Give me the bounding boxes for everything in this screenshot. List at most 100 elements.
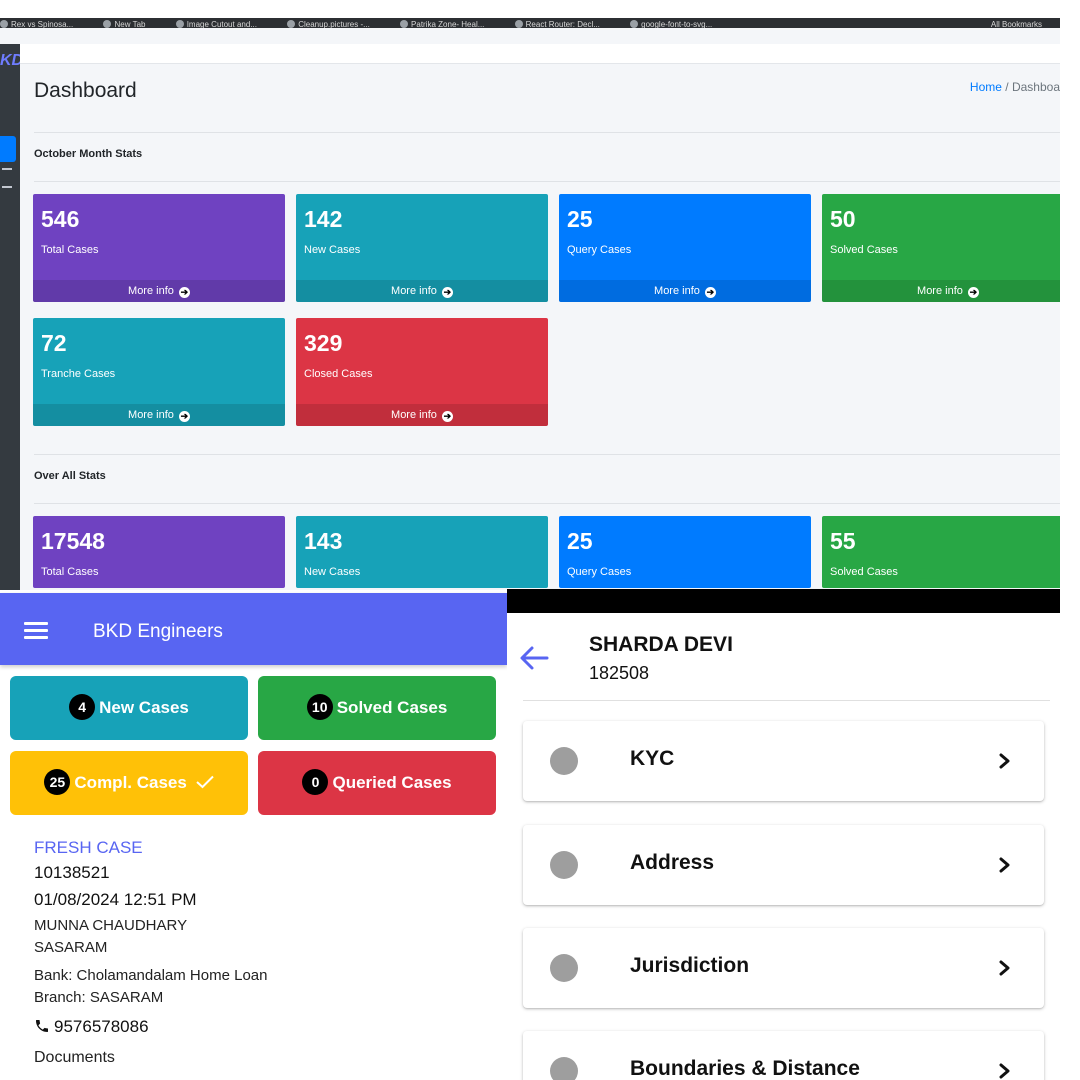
stat-box-tranche-cases: 72 Tranche Cases More info ➔ xyxy=(33,318,285,426)
stat-label: Total Cases xyxy=(41,566,99,578)
arrow-circle-right-icon: ➔ xyxy=(441,411,453,422)
chip-label: Solved Cases xyxy=(336,698,448,717)
section-title-month: October Month Stats xyxy=(34,148,143,160)
admin-dashboard: KD Dashboard Home / Dashboa October Mont… xyxy=(0,28,1060,590)
chevron-right-icon xyxy=(999,1063,1010,1079)
sidebar-item-icon[interactable] xyxy=(2,186,12,188)
stat-box-closed-cases: 329 Closed Cases More info ➔ xyxy=(296,318,548,426)
more-info-link[interactable]: More info ➔ xyxy=(822,280,1060,302)
stat-label: Closed Cases xyxy=(304,368,373,380)
stat-box-overall-new: 143 New Cases xyxy=(296,516,548,588)
case-type: FRESH CASE xyxy=(34,838,143,857)
stat-value: 546 xyxy=(41,206,80,232)
stat-label: Total Cases xyxy=(41,244,99,256)
queried-cases-button[interactable]: 0 Queried Cases xyxy=(258,751,496,815)
more-info-link[interactable]: More info ➔ xyxy=(296,404,548,426)
solved-cases-button[interactable]: 10 Solved Cases xyxy=(258,676,496,740)
breadcrumb-current: Dashboa xyxy=(1011,80,1060,94)
mobile-case-list-screen: BKD Engineers 4 New Cases 10 Solved Cases … xyxy=(0,590,507,1080)
page-title: Dashboard xyxy=(34,79,137,102)
stat-value: 143 xyxy=(304,528,343,554)
status-dot-icon xyxy=(550,1057,578,1080)
section-card-address[interactable]: Address xyxy=(523,825,1044,905)
documents-label[interactable]: Documents xyxy=(34,1047,474,1069)
section-title: Jurisdiction xyxy=(630,954,750,977)
browser-bookmarks-area: Rex vs Spinosa... New Tab Image Cutout a… xyxy=(0,0,1080,32)
arrow-circle-right-icon: ➔ xyxy=(967,287,979,298)
completed-cases-button[interactable]: 25 Compl. Cases xyxy=(10,751,248,815)
more-info-link[interactable]: More info ➔ xyxy=(559,280,811,302)
stat-box-query-cases: 25 Query Cases More info ➔ xyxy=(559,194,811,302)
applicant-place: SASARAM xyxy=(34,939,108,956)
breadcrumb-separator: / xyxy=(1005,80,1009,94)
arrow-circle-right-icon: ➔ xyxy=(704,287,716,298)
stat-value: 329 xyxy=(304,330,343,356)
stat-label: Tranche Cases xyxy=(41,368,116,380)
mobile-case-detail-screen: SHARDA DEVI 182508 KYC Address Jurisdict… xyxy=(507,613,1060,1080)
more-info-link[interactable]: More info ➔ xyxy=(33,280,285,302)
chevron-right-icon xyxy=(999,857,1010,873)
menu-icon[interactable] xyxy=(24,622,48,640)
stat-box-new-cases: 142 New Cases More info ➔ xyxy=(296,194,548,302)
stat-box-overall-solved: 55 Solved Cases xyxy=(822,516,1060,588)
chip-label: New Cases xyxy=(99,698,189,717)
stat-box-total-cases: 546 Total Cases More info ➔ xyxy=(33,194,285,302)
phone-row[interactable]: 9576578086 xyxy=(34,1013,474,1041)
phone-icon xyxy=(36,1020,48,1032)
arrow-circle-right-icon: ➔ xyxy=(178,287,190,298)
case-list-item[interactable]: FRESH CASE 10138521 01/08/2024 12:51 PM … xyxy=(34,837,474,1069)
sidebar-item-dashboard[interactable] xyxy=(0,136,16,162)
favicon-icon xyxy=(175,20,184,28)
stat-value: 55 xyxy=(830,528,856,554)
status-dot-icon xyxy=(550,747,578,775)
favicon-icon xyxy=(103,20,112,28)
new-cases-button[interactable]: 4 New Cases xyxy=(10,676,248,740)
stat-value: 25 xyxy=(567,206,593,232)
section-title: Boundaries & Distance xyxy=(630,1057,860,1080)
chevron-right-icon xyxy=(999,753,1010,769)
checkmark-icon xyxy=(195,775,214,789)
chevron-right-icon xyxy=(999,960,1010,976)
count-badge: 0 xyxy=(302,769,329,795)
breadcrumb-home-link[interactable]: Home xyxy=(970,80,1002,94)
chip-label: Compl. Cases xyxy=(74,773,187,792)
more-info-link[interactable]: More info ➔ xyxy=(33,404,285,426)
stat-label: Solved Cases xyxy=(830,244,898,256)
branch-name: Branch: SASARAM xyxy=(34,989,164,1006)
status-dot-icon xyxy=(550,851,578,879)
top-navbar xyxy=(20,44,1060,64)
divider xyxy=(34,181,1060,182)
divider xyxy=(523,700,1050,701)
app-bar: BKD Engineers xyxy=(0,593,507,665)
app-title: BKD Engineers xyxy=(93,621,223,642)
favicon-icon xyxy=(514,20,523,28)
section-card-jurisdiction[interactable]: Jurisdiction xyxy=(523,928,1044,1008)
favicon-icon xyxy=(630,20,639,28)
stat-box-overall-query: 25 Query Cases xyxy=(559,516,811,588)
sidebar-item-icon[interactable] xyxy=(2,168,12,170)
applicant-name: SHARDA DEVI xyxy=(589,633,733,656)
admin-sidebar: KD xyxy=(0,44,23,590)
section-card-kyc[interactable]: KYC xyxy=(523,721,1044,801)
stat-value: 25 xyxy=(567,528,593,554)
count-badge: 10 xyxy=(306,694,333,720)
status-bar xyxy=(507,589,1060,613)
stat-value: 17548 xyxy=(41,528,105,554)
more-info-link[interactable]: More info ➔ xyxy=(296,280,548,302)
section-title: Address xyxy=(630,851,715,874)
applicant-name: MUNNA CHAUDHARY xyxy=(34,917,188,934)
section-card-boundaries[interactable]: Boundaries & Distance xyxy=(523,1031,1044,1080)
stat-box-overall-total: 17548 Total Cases xyxy=(33,516,285,588)
case-id: 182508 xyxy=(589,663,650,683)
favicon-icon xyxy=(287,20,296,28)
count-badge: 25 xyxy=(44,769,71,795)
bank-name: Bank: Cholamandalam Home Loan xyxy=(34,967,268,984)
back-arrow-icon[interactable] xyxy=(517,641,551,675)
stat-value: 72 xyxy=(41,330,67,356)
divider xyxy=(34,132,1060,133)
stat-value: 142 xyxy=(304,206,343,232)
case-datetime: 01/08/2024 12:51 PM xyxy=(34,890,197,909)
arrow-circle-right-icon: ➔ xyxy=(178,411,190,422)
admin-content: Dashboard Home / Dashboa October Month S… xyxy=(20,44,1060,590)
divider xyxy=(34,503,1060,504)
